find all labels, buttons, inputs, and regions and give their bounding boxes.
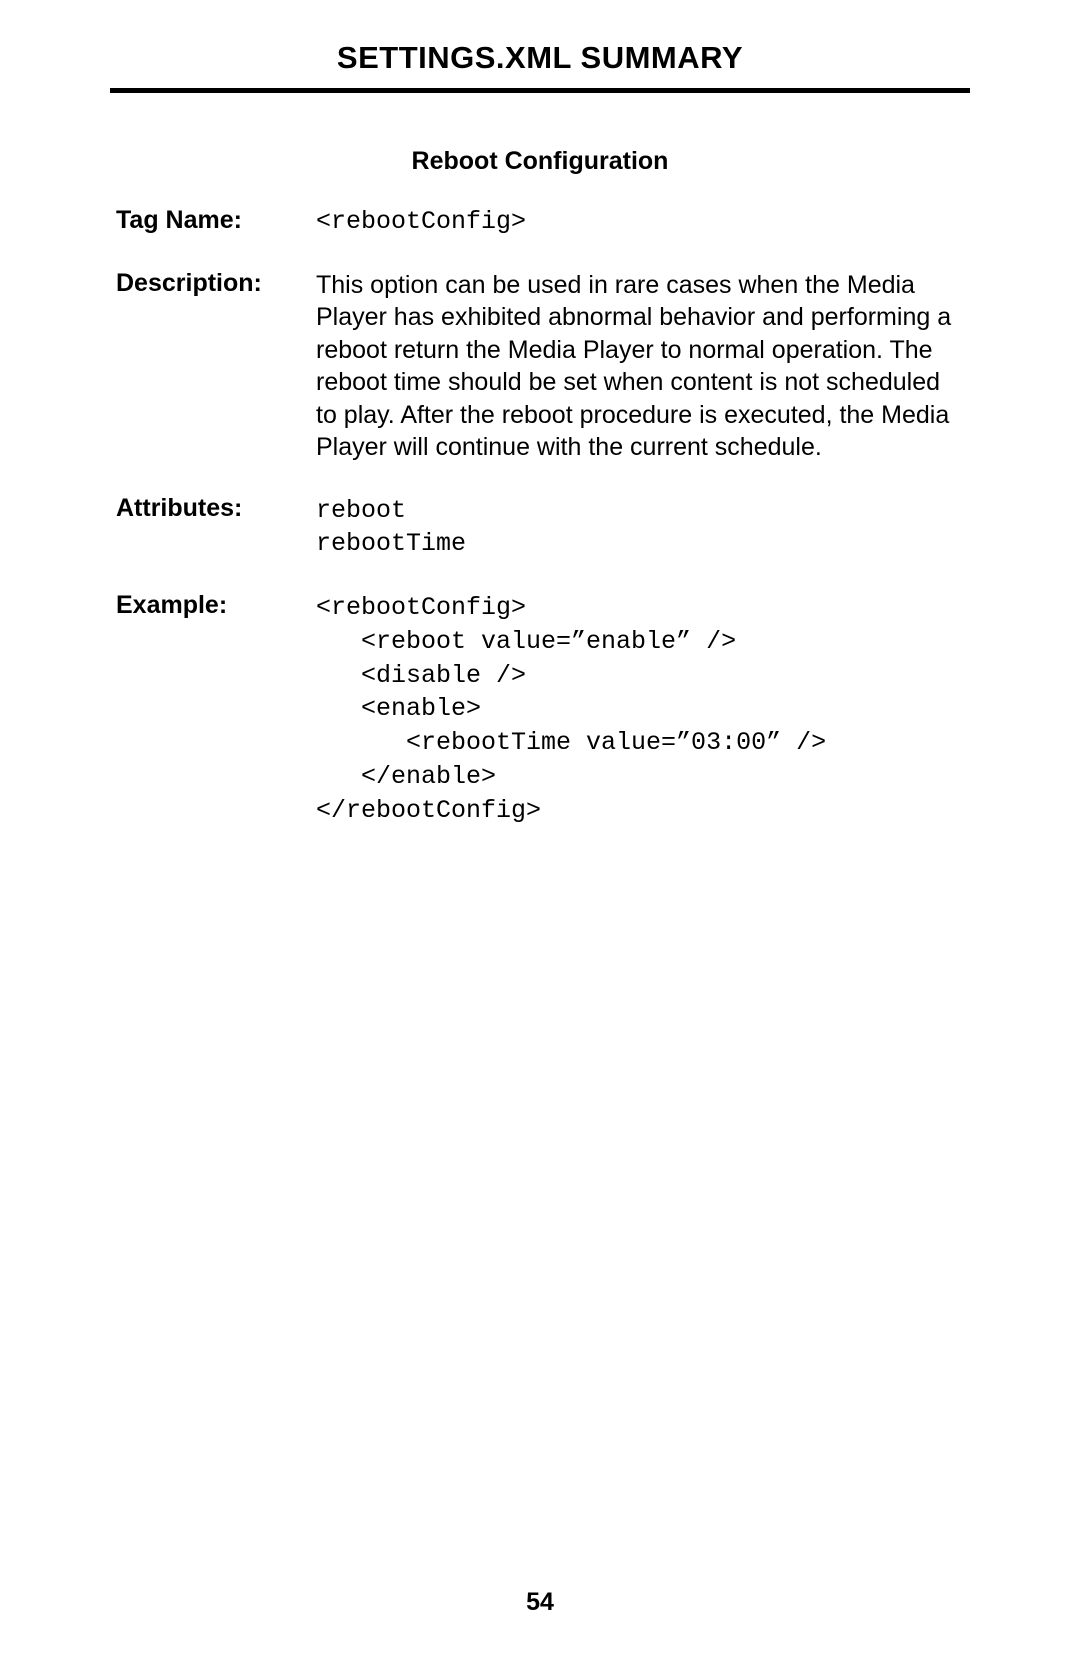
value-description: This option can be used in rare cases wh… [316, 269, 964, 464]
label-description: Description: [116, 269, 316, 298]
row-tag-name: Tag Name: <rebootConfig> [116, 206, 964, 239]
label-example: Example: [116, 591, 316, 620]
row-example: Example: <rebootConfig> <reboot value=”e… [116, 591, 964, 827]
value-attributes: reboot rebootTime [316, 494, 964, 562]
content-area: Tag Name: <rebootConfig> Description: Th… [110, 206, 970, 827]
label-tag-name: Tag Name: [116, 206, 316, 235]
row-description: Description: This option can be used in … [116, 269, 964, 464]
page-title: SETTINGS.XML SUMMARY [110, 40, 970, 93]
label-attributes: Attributes: [116, 494, 316, 523]
page-number: 54 [0, 1588, 1080, 1617]
value-tag-name: <rebootConfig> [316, 206, 964, 239]
row-attributes: Attributes: reboot rebootTime [116, 494, 964, 562]
section-title: Reboot Configuration [110, 147, 970, 176]
value-example: <rebootConfig> <reboot value=”enable” />… [316, 591, 964, 827]
